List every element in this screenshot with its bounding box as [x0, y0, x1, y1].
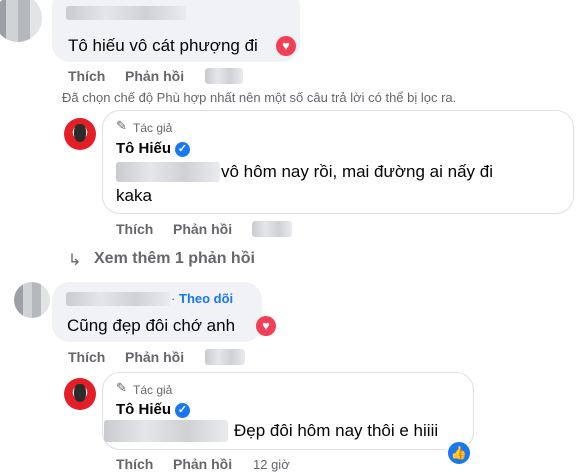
pencil-icon: ✎: [116, 118, 127, 133]
author-name[interactable]: Tô Hiếu: [116, 140, 171, 157]
heart-reaction-icon[interactable]: ♥: [276, 36, 296, 56]
dot-separator: ·: [171, 291, 176, 306]
comment-text: Tô hiếu vô cát phượng đi: [68, 36, 258, 55]
commenter-avatar[interactable]: [14, 282, 50, 318]
timestamp-redacted: [252, 221, 292, 237]
mention-redacted[interactable]: [104, 420, 228, 442]
avatar-face: [74, 124, 86, 142]
commenter-name-redacted[interactable]: [66, 6, 186, 20]
reply-text: Đẹp đôi hôm nay thôi e hiiii: [234, 421, 439, 440]
filter-notice: Đã chọn chế độ Phù hợp nhất nên một số c…: [62, 90, 457, 105]
reply-button[interactable]: Phản hồi: [173, 456, 232, 472]
reply-text-line2: kaka: [116, 186, 152, 205]
timestamp[interactable]: 12 giờ: [253, 457, 290, 472]
author-badge: Tác giả: [133, 383, 173, 397]
like-button[interactable]: Thích: [68, 349, 105, 365]
see-more-replies-link[interactable]: Xem thêm 1 phản hồi: [94, 250, 255, 268]
author-avatar[interactable]: [64, 118, 96, 150]
like-thumb-icon[interactable]: 👍: [446, 440, 472, 466]
comment-text: Cũng đẹp đôi chớ anh: [67, 316, 236, 335]
reply-arrow-icon: ↳: [68, 252, 82, 269]
timestamp-redacted: [205, 349, 245, 365]
reply-button[interactable]: Phản hồi: [125, 349, 184, 365]
like-button[interactable]: Thích: [68, 68, 105, 84]
mention-redacted[interactable]: [116, 162, 220, 182]
verified-badge-icon: ✓: [175, 142, 190, 157]
reply-button[interactable]: Phản hồi: [173, 221, 232, 237]
commenter-avatar[interactable]: [0, 0, 42, 42]
timestamp-redacted: [205, 68, 243, 84]
like-button[interactable]: Thích: [116, 456, 153, 472]
follow-link[interactable]: Theo dõi: [179, 291, 233, 306]
author-badge: Tác giả: [133, 121, 173, 135]
heart-reaction-icon[interactable]: ♥: [256, 316, 276, 336]
avatar-face: [74, 384, 86, 402]
like-button[interactable]: Thích: [116, 221, 153, 237]
author-name[interactable]: Tô Hiếu: [116, 401, 171, 418]
reply-text-line1: vô hôm nay rồi, mai đường ai nấy đi: [221, 162, 493, 181]
pencil-icon: ✎: [116, 380, 127, 395]
verified-badge-icon: ✓: [175, 403, 190, 418]
author-avatar[interactable]: [64, 378, 96, 410]
reply-button[interactable]: Phản hồi: [125, 68, 184, 84]
commenter-name-redacted[interactable]: [66, 292, 170, 306]
